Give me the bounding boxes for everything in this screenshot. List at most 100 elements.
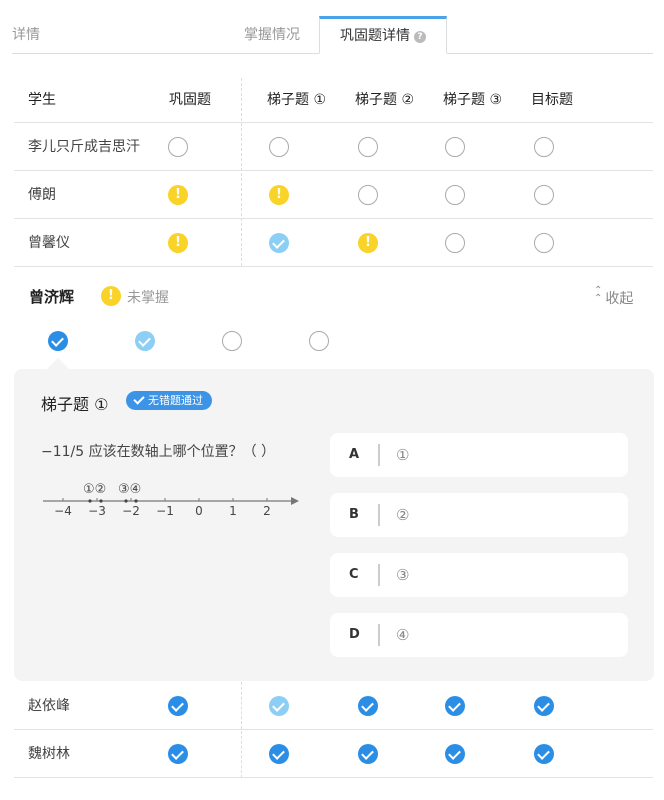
option-c[interactable]: C③ [330,553,628,597]
empty-circle-icon[interactable] [222,331,242,351]
point-2 [99,499,103,503]
check-icon[interactable] [445,744,465,764]
empty-circle-icon[interactable] [534,137,554,157]
tab-bar: 详情 掌握情况 巩固题详情? [12,16,653,54]
header-ladder-3: 梯子题 ③ [443,92,503,108]
check-icon[interactable] [358,744,378,764]
status-cell[interactable] [445,696,465,716]
tick-label: 2 [263,504,271,518]
status-cell[interactable] [534,696,554,716]
empty-circle-icon[interactable] [445,233,465,253]
status-cell[interactable] [358,744,378,764]
status-cell[interactable] [534,744,554,764]
retry-check-icon[interactable] [135,331,155,351]
empty-circle-icon[interactable] [445,137,465,157]
status-cell[interactable] [445,185,465,205]
expanded-student-status: 未掌握 [101,286,169,307]
empty-circle-icon[interactable] [309,331,329,351]
question-selector-4[interactable] [309,331,329,355]
option-divider [378,504,380,526]
tick-label: −3 [88,504,106,518]
table-row[interactable]: 李儿只斤成吉思汗 [14,123,653,171]
tab-detail[interactable]: 详情 [12,16,40,54]
status-cell[interactable] [358,137,378,157]
status-cell[interactable] [168,185,188,205]
option-value: ① [396,446,410,464]
question-panel: 梯子题 ① 无错题通过 −11/5 应该在数轴上哪个位置？（ ） −4 −3 −2−… [14,369,654,681]
empty-circle-icon[interactable] [168,137,188,157]
collapse-button[interactable]: ⌃ ⌃ 收起 [594,286,634,308]
check-icon[interactable] [48,331,68,351]
header-ladder-2: 梯子题 ② [355,92,415,108]
table-row[interactable]: 赵依峰 [14,682,653,730]
column-divider [241,78,242,266]
option-d[interactable]: D④ [330,613,628,657]
status-cell[interactable] [445,744,465,764]
number-line: −4 −3 −2 −1 0 1 2 ①② ③④ [43,482,299,518]
option-letter: B [349,507,359,522]
check-icon[interactable] [534,744,554,764]
check-icon[interactable] [168,744,188,764]
table-row[interactable]: 曾馨仪 [14,219,653,267]
status-cell[interactable] [168,696,188,716]
retry-check-icon[interactable] [269,233,289,253]
status-cell[interactable] [168,744,188,764]
marker-3-4: ③④ [118,482,141,497]
collapse-label: 收起 [605,291,634,307]
empty-circle-icon[interactable] [534,233,554,253]
empty-circle-icon[interactable] [445,185,465,205]
point-3 [124,499,128,503]
tab-mastery[interactable]: 掌握情况 [244,16,300,54]
status-cell[interactable] [168,233,188,253]
marker-1-2: ①② [83,482,106,497]
retry-check-icon[interactable] [269,696,289,716]
warning-icon[interactable] [269,185,289,205]
number-line-arrow [291,497,299,505]
student-name: 李儿只斤成吉思汗 [28,139,140,155]
status-cell[interactable] [534,137,554,157]
check-icon[interactable] [358,696,378,716]
empty-circle-icon[interactable] [358,137,378,157]
status-cell[interactable] [534,185,554,205]
empty-circle-icon[interactable] [534,185,554,205]
check-icon[interactable] [534,696,554,716]
question-selector-3[interactable] [222,331,242,355]
option-divider [378,624,380,646]
status-cell[interactable] [358,233,378,253]
status-cell[interactable] [168,137,188,157]
status-label: 未掌握 [127,290,169,306]
status-cell[interactable] [534,233,554,253]
warning-icon[interactable] [168,233,188,253]
question-selector-1[interactable] [48,331,68,355]
status-cell[interactable] [269,744,289,764]
status-cell[interactable] [269,696,289,716]
column-divider-bottom [241,682,242,778]
option-a[interactable]: A① [330,433,628,477]
pass-badge: 无错题通过 [126,391,212,410]
help-icon[interactable]: ? [414,31,426,43]
empty-circle-icon[interactable] [358,185,378,205]
status-cell[interactable] [269,233,289,253]
table-row[interactable]: 魏树林 [14,730,653,778]
table-row[interactable]: 傅朗 [14,171,653,219]
question-selector-2[interactable] [135,331,155,355]
option-b[interactable]: B② [330,493,628,537]
check-icon[interactable] [168,696,188,716]
student-name: 曾馨仪 [28,235,70,251]
status-cell[interactable] [269,185,289,205]
option-value: ② [396,506,410,524]
empty-circle-icon[interactable] [269,137,289,157]
status-cell[interactable] [269,137,289,157]
student-name: 魏树林 [28,746,70,762]
status-cell[interactable] [445,137,465,157]
warning-icon[interactable] [168,185,188,205]
tick-label: 1 [229,504,237,518]
check-icon[interactable] [269,744,289,764]
check-icon[interactable] [445,696,465,716]
warning-icon[interactable] [358,233,378,253]
header-target: 目标题 [531,92,573,108]
status-cell[interactable] [358,185,378,205]
status-cell[interactable] [358,696,378,716]
tab-consolidation-detail[interactable]: 巩固题详情? [319,16,447,54]
status-cell[interactable] [445,233,465,253]
